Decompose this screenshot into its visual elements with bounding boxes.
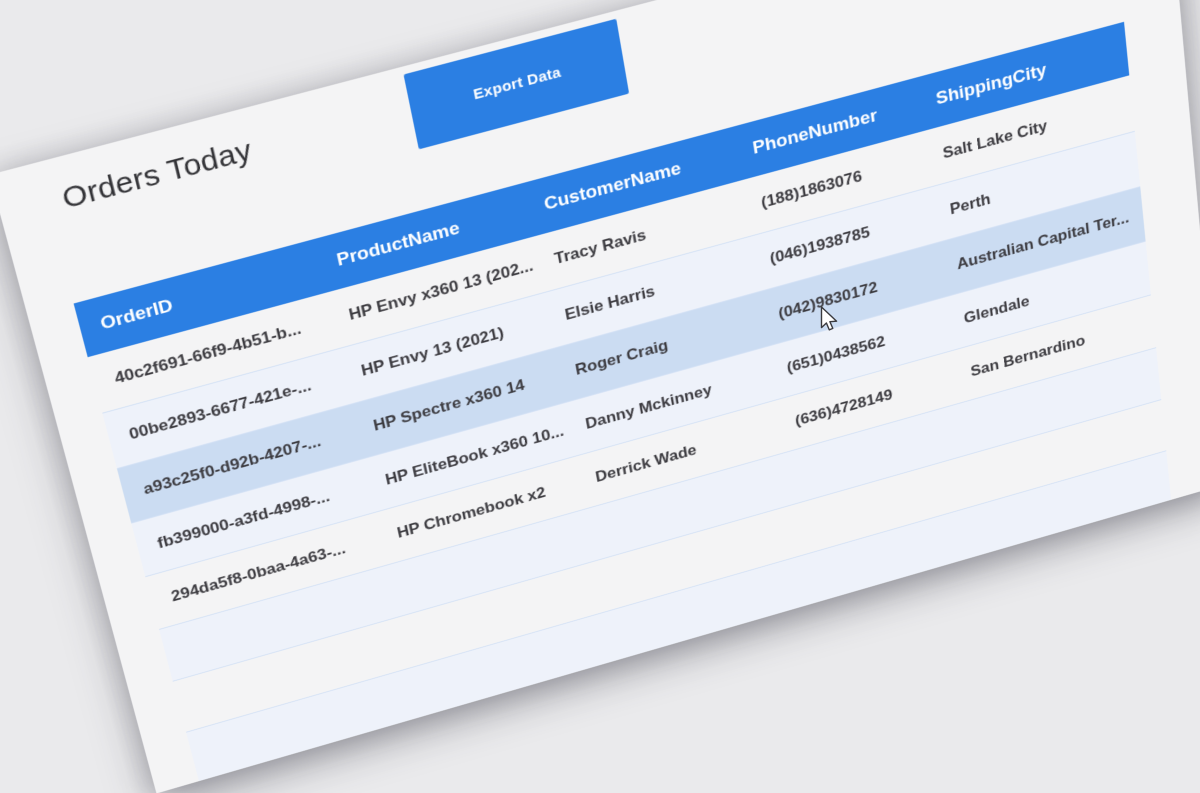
page-title: Orders Today [58,133,255,216]
page-background: { "header": { "title": "Orders Today", "… [0,0,1200,793]
export-data-button[interactable]: Export Data [403,18,630,150]
demo-page-card: Orders Today Export Data OrderID ProductN… [0,0,1200,793]
